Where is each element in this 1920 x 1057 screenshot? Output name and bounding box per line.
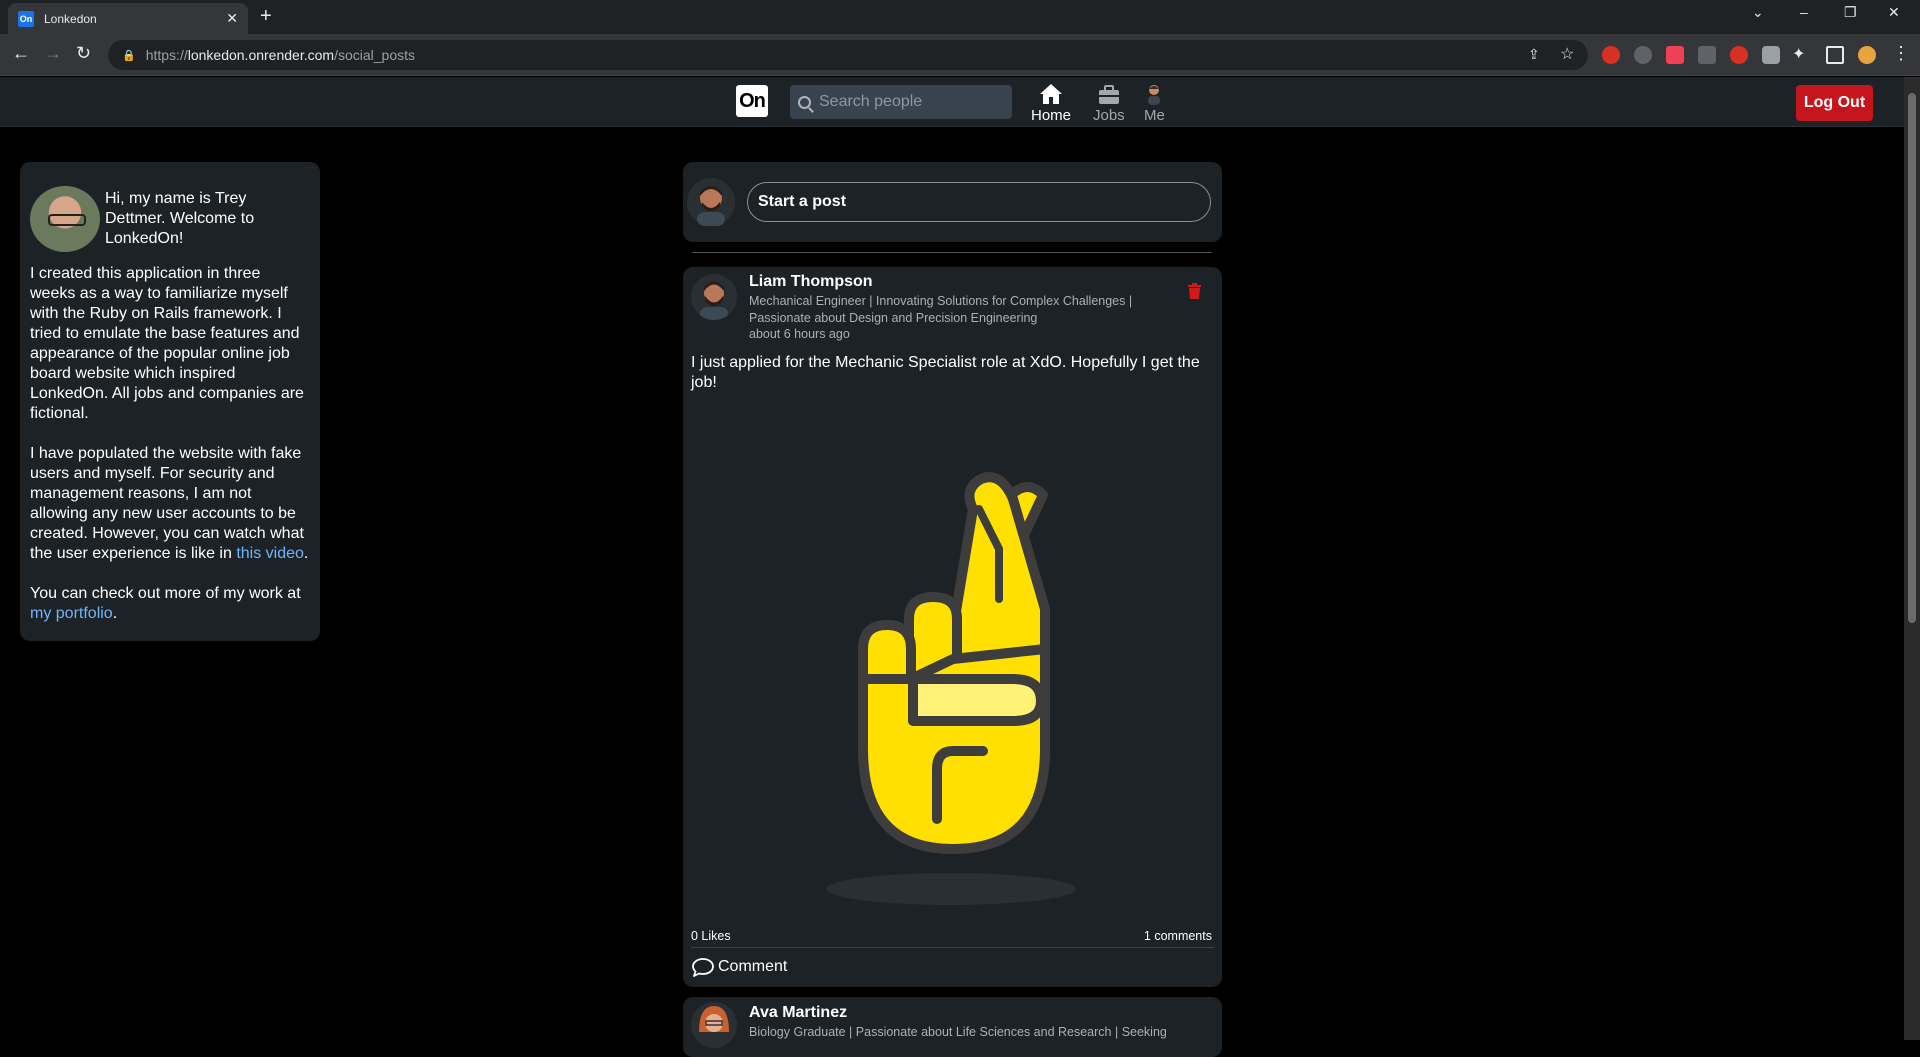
nav-home-label: Home: [1031, 107, 1072, 124]
pocket-icon[interactable]: [1666, 46, 1684, 64]
me-avatar-icon: [1145, 83, 1163, 105]
extension-icon-3[interactable]: [1698, 46, 1716, 64]
address-bar[interactable]: 🔒 https:// lonkedon.onrender.com /social…: [108, 40, 1588, 70]
extension-icon-4[interactable]: [1730, 46, 1748, 64]
nav-jobs[interactable]: Jobs: [1093, 83, 1125, 124]
post-author-name[interactable]: Ava Martinez: [749, 1004, 847, 1022]
lock-icon: 🔒: [122, 49, 136, 62]
browser-tab[interactable]: On Lonkedon ✕: [8, 3, 248, 34]
browser-tabbar: On Lonkedon ✕ + ⌄ – ❐ ✕: [0, 0, 1920, 34]
crossed-fingers-image: [826, 472, 1076, 905]
url-scheme: https://: [145, 47, 188, 63]
post-timestamp: about 6 hours ago: [749, 327, 850, 341]
post-author-headline: Mechanical Engineer | Innovating Solutio…: [749, 294, 1133, 325]
post-author-name[interactable]: Liam Thompson: [749, 273, 873, 291]
url-path: /social_posts: [334, 47, 415, 63]
favicon-icon: On: [18, 10, 34, 27]
browser-toolbar: ← → ↻ 🔒 https:// lonkedon.onrender.com /…: [0, 34, 1920, 76]
about-paragraph-3-end: .: [112, 605, 118, 622]
shield-icon[interactable]: [1762, 46, 1780, 64]
current-user-avatar: [687, 178, 735, 226]
bookmark-star-icon[interactable]: ☆: [1560, 44, 1574, 64]
video-link[interactable]: this video: [236, 545, 304, 562]
restore-icon[interactable]: ❐: [1844, 4, 1857, 21]
about-header: Hi, my name is Trey Dettmer. Welcome to …: [30, 186, 309, 252]
logout-button[interactable]: Log Out: [1796, 85, 1873, 121]
about-paragraph-2-end: .: [303, 545, 309, 562]
forward-icon[interactable]: →: [44, 43, 62, 64]
comment-bubble-icon: [692, 958, 714, 977]
minimize-icon[interactable]: –: [1800, 4, 1808, 20]
post-author-avatar[interactable]: [691, 274, 737, 320]
comment-button[interactable]: Comment: [691, 957, 787, 977]
post-author-headline: Biology Graduate | Passionate about Life…: [749, 1025, 1167, 1039]
close-tab-icon[interactable]: ✕: [226, 10, 238, 27]
search-icon: [798, 95, 811, 109]
reload-icon[interactable]: ↻: [76, 43, 91, 64]
likes-count[interactable]: 0 Likes: [691, 929, 731, 943]
about-paragraph-1: I created this application in three week…: [30, 265, 304, 422]
post-composer: Start a post: [683, 162, 1222, 242]
extension-icon-1[interactable]: [1602, 46, 1620, 64]
author-avatar: [30, 186, 100, 252]
post-author-avatar[interactable]: [691, 1002, 737, 1048]
search-box[interactable]: [790, 85, 1012, 119]
extension-icon-2[interactable]: [1634, 46, 1652, 64]
share-icon[interactable]: ⇪: [1528, 46, 1540, 63]
puzzle-extensions-icon[interactable]: ✦: [1792, 44, 1805, 64]
close-window-icon[interactable]: ✕: [1888, 4, 1900, 21]
tab-search-icon[interactable]: ⌄: [1752, 4, 1764, 21]
back-icon[interactable]: ←: [12, 43, 30, 64]
url-host: lonkedon.onrender.com: [187, 47, 335, 63]
lonkedon-logo[interactable]: On: [736, 85, 768, 117]
side-panel-icon[interactable]: [1826, 46, 1844, 64]
menu-kebab-icon[interactable]: ⋮: [1892, 43, 1910, 64]
feed-divider: [692, 252, 1212, 253]
about-card: Hi, my name is Trey Dettmer. Welcome to …: [20, 162, 320, 641]
nav-me[interactable]: Me: [1144, 83, 1165, 124]
about-greeting: Hi, my name is Trey Dettmer. Welcome to …: [105, 190, 255, 247]
nav-home[interactable]: Home: [1031, 83, 1071, 124]
new-tab-icon[interactable]: +: [260, 5, 272, 28]
search-input[interactable]: [819, 93, 989, 111]
start-post-button[interactable]: Start a post: [747, 182, 1211, 222]
about-paragraph-3-text: You can check out more of my work at: [30, 585, 301, 602]
app-navbar: On Home Jobs Me Log Out: [0, 77, 1904, 127]
nav-jobs-label: Jobs: [1093, 107, 1125, 124]
trash-icon[interactable]: [1188, 283, 1201, 299]
tab-title: Lonkedon: [44, 11, 97, 26]
comments-count[interactable]: 1 comments: [1144, 929, 1212, 943]
post-card: Ava Martinez Biology Graduate | Passiona…: [683, 997, 1222, 1057]
profile-avatar-icon[interactable]: [1858, 46, 1876, 64]
home-icon: [1039, 83, 1063, 105]
post-actions-divider: [691, 947, 1214, 948]
about-paragraph-2: I have populated the website with fake u…: [30, 444, 309, 564]
scrollbar-thumb[interactable]: [1908, 93, 1916, 623]
about-paragraph-3: You can check out more of my work at my …: [30, 584, 309, 624]
nav-me-label: Me: [1144, 107, 1165, 124]
portfolio-link[interactable]: my portfolio: [30, 605, 113, 622]
post-card: Liam Thompson Mechanical Engineer | Inno…: [683, 267, 1222, 987]
briefcase-icon: [1098, 83, 1120, 105]
comment-button-label: Comment: [718, 958, 788, 975]
post-body-text: I just applied for the Mechanic Speciali…: [691, 354, 1200, 391]
